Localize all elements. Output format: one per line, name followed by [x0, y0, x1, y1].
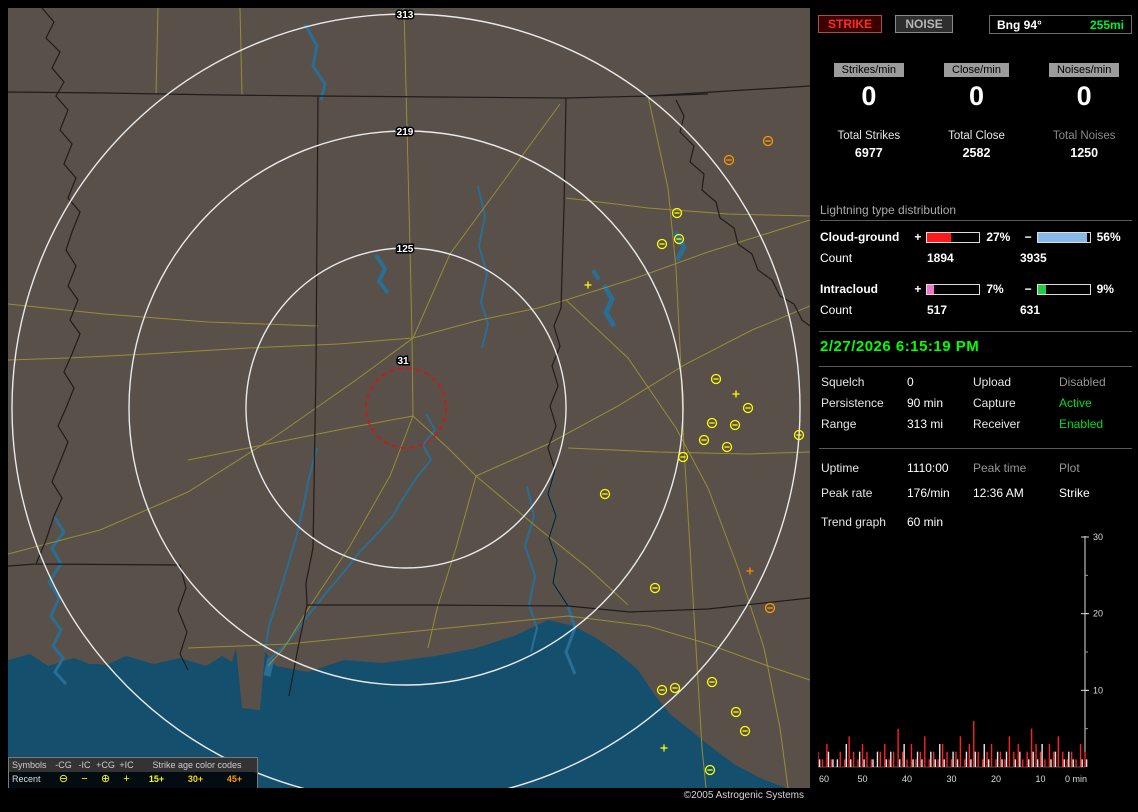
- total-strikes-value: 6977: [854, 146, 883, 160]
- trend-x-tick: 50: [857, 774, 867, 784]
- strike-button[interactable]: STRIKE: [818, 15, 883, 33]
- legend-col-ncg: -CG: [55, 759, 72, 770]
- peak-time-value: 12:36 AM: [973, 486, 1024, 500]
- cloud-ground-negative-bar: [1036, 231, 1091, 243]
- plot-mode-value: Strike: [1059, 486, 1090, 500]
- trend-graph: 30 20 10 60 50 40 30 20 10 0 min: [818, 532, 1103, 784]
- capture-status: Active: [1059, 396, 1092, 410]
- legend-col-nic: -IC: [78, 759, 91, 770]
- intracloud-negative-bar: [1036, 283, 1091, 295]
- trend-x-tick: 20: [991, 774, 1001, 784]
- trend-x-tick: 0 min: [1065, 774, 1087, 784]
- rate-counters: Strikes/min 0 Total Strikes 6977 Close/m…: [815, 62, 1138, 160]
- trend-y-tick: 10: [1093, 685, 1103, 695]
- status-panel: STRIKE NOISE Bng 94° 255mi Strikes/min 0…: [815, 0, 1138, 812]
- strikes-per-min-label: Strikes/min: [833, 63, 905, 77]
- range-ring-label: 219: [397, 127, 414, 138]
- uptime-value: 1110:00: [907, 461, 949, 475]
- range-ring-label: 125: [397, 244, 414, 255]
- close-per-min-value: 0: [968, 81, 985, 111]
- lightning-map[interactable]: 313 219 125 31 Symbols -CG -IC +CG +IC Stri…: [8, 8, 810, 804]
- legend-age-title: Strike age color codes: [152, 760, 242, 770]
- peak-rate-value: 176/min: [907, 486, 950, 500]
- strikes-per-min-value: 0: [861, 81, 877, 111]
- strikes-rate-column: Strikes/min 0 Total Strikes 6977: [815, 62, 923, 160]
- receiver-status: Enabled: [1059, 417, 1104, 431]
- bearing-value: Bng 94°: [997, 17, 1042, 32]
- cloud-ground-positive-bar: [926, 231, 981, 243]
- plus-icon: +: [123, 772, 130, 785]
- trend-y-tick: 30: [1093, 532, 1103, 542]
- distance-value: 255mi: [1089, 17, 1124, 32]
- distribution-title: Lightning type distribution: [820, 203, 1132, 221]
- lightning-distribution-section: Lightning type distribution Cloud-ground…: [820, 203, 1132, 317]
- cloud-ground-row: Cloud-ground + 27% − 56%: [820, 230, 1121, 244]
- datetime-display: 2/27/2026 6:15:19 PM: [820, 338, 980, 355]
- total-noises-label: Total Noises: [1052, 130, 1116, 142]
- range-ring-label: 313: [397, 10, 414, 21]
- legend-header: Symbols -CG -IC +CG +IC Strike age color…: [9, 758, 257, 772]
- legend-symbols-title: Symbols: [12, 760, 47, 770]
- circle-plus-icon: ⊕: [100, 772, 111, 785]
- circle-minus-icon: ⊖: [58, 772, 69, 785]
- legend-col-pcg: +CG: [96, 759, 115, 770]
- total-close-label: Total Close: [948, 130, 1005, 142]
- legend-row-recent: Recent ⊖ − ⊕ + 15+ 30+ 45+: [12, 772, 243, 785]
- uptime-grid: Uptime 1110:00 Peak time Plot Peak rate 176…: [821, 461, 1136, 500]
- trend-window-value: 60 min: [907, 515, 944, 529]
- noises-per-min-label: Noises/min: [1048, 63, 1120, 77]
- close-rate-column: Close/min 0 Total Close 2582: [923, 62, 1031, 160]
- total-close-value: 2582: [962, 146, 991, 160]
- trend-header: Trend graph 60 min: [821, 515, 1136, 529]
- trend-x-tick: 10: [1035, 774, 1045, 784]
- trend-x-tick: 60: [819, 774, 829, 784]
- alarm-ring-label: 31: [397, 356, 409, 367]
- intracloud-positive-bar: [926, 283, 981, 295]
- intracloud-counts: Count 517 631: [820, 303, 1041, 317]
- total-noises-value: 1250: [1070, 146, 1099, 160]
- trend-x-tick: 40: [902, 774, 912, 784]
- trend-y-tick: 20: [1093, 609, 1103, 619]
- cloud-ground-counts: Count 1894 3935: [820, 251, 1047, 265]
- legend-col-pic: +IC: [119, 759, 134, 770]
- bearing-display: Bng 94° 255mi: [989, 15, 1132, 34]
- noises-per-min-value: 0: [1076, 81, 1092, 111]
- settings-grid: Squelch 0 Upload Disabled Persistence 90 mi…: [821, 375, 1136, 431]
- toolbar: STRIKE NOISE Bng 94° 255mi: [818, 15, 1132, 35]
- upload-status: Disabled: [1059, 375, 1106, 389]
- minus-icon: −: [81, 772, 88, 785]
- close-per-min-label: Close/min: [944, 63, 1009, 77]
- map-svg: 313 219 125 31: [8, 8, 810, 788]
- total-strikes-label: Total Strikes: [837, 130, 901, 142]
- copyright-text: ©2005 Astrogenic Systems: [8, 788, 810, 804]
- noise-button[interactable]: NOISE: [895, 15, 953, 33]
- intracloud-row: Intracloud + 7% − 9%: [820, 282, 1114, 296]
- noises-rate-column: Noises/min 0 Total Noises 1250: [1030, 62, 1138, 160]
- trend-graph-label: Trend graph: [821, 515, 886, 529]
- trend-x-tick: 30: [946, 774, 956, 784]
